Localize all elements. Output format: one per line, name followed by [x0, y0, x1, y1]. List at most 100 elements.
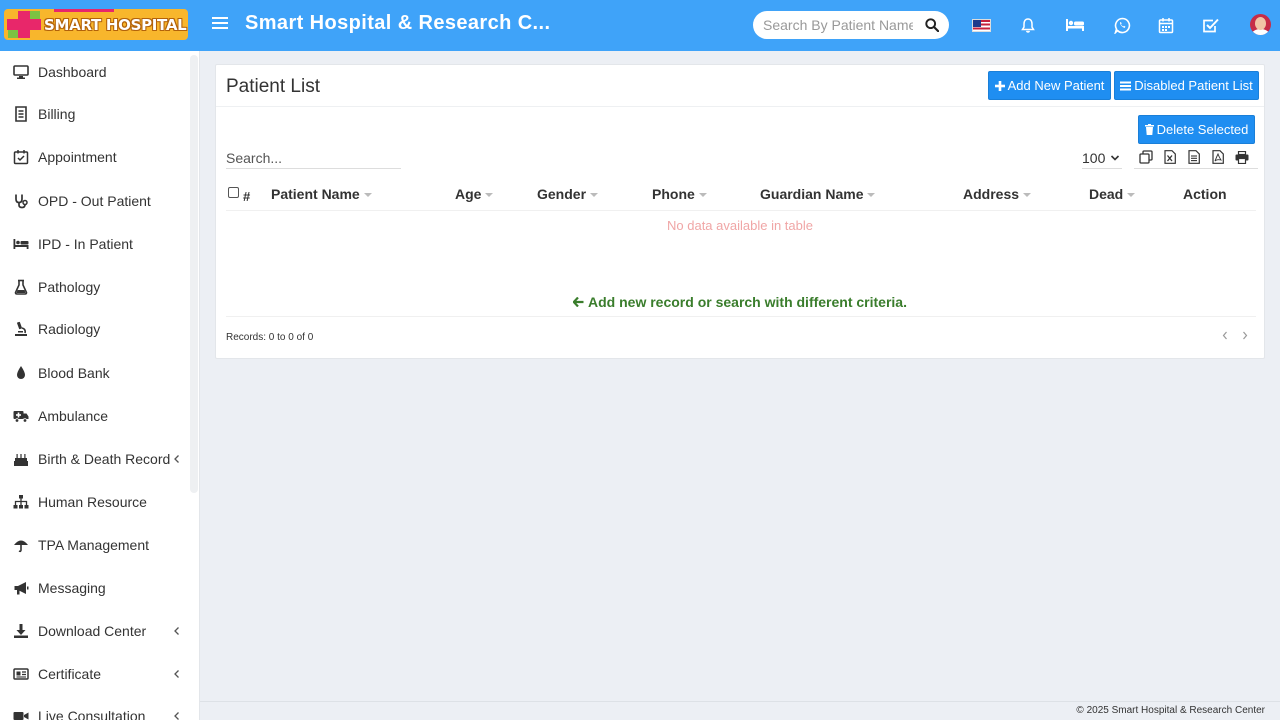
- csv-icon[interactable]: [1182, 149, 1206, 165]
- sidebar-item-human-resource[interactable]: Human Resource: [0, 482, 190, 522]
- column-label: Dead: [1089, 186, 1124, 202]
- sidebar-item-messaging[interactable]: Messaging: [0, 568, 190, 608]
- flask-icon: [14, 279, 28, 295]
- sidebar-item-label: Human Resource: [38, 494, 147, 510]
- trash-icon: [1144, 124, 1154, 135]
- search-icon[interactable]: [925, 18, 939, 32]
- select-all-checkbox[interactable]: [228, 187, 239, 198]
- ambulance-icon: [13, 411, 29, 423]
- disabled-patient-list-button[interactable]: Disabled Patient List: [1114, 71, 1259, 100]
- sitemap-icon: [13, 495, 29, 509]
- monitor-icon: [13, 65, 29, 79]
- sidebar-item-label: Radiology: [38, 321, 101, 337]
- sort-icon: [867, 193, 876, 197]
- task-check-icon[interactable]: [1200, 14, 1222, 36]
- sidebar-item-label: TPA Management: [38, 537, 150, 553]
- sort-icon: [363, 193, 372, 197]
- app-title: Smart Hospital & Research C...: [245, 12, 551, 34]
- sidebar-item-pathology[interactable]: Pathology: [0, 267, 190, 307]
- chevron-left-icon: [174, 712, 179, 720]
- column-label: Phone: [652, 186, 695, 202]
- bell-icon[interactable]: [1017, 14, 1039, 36]
- column-header-phone[interactable]: Phone: [652, 186, 707, 202]
- sidebar-item-label: Live Consultation: [38, 708, 146, 720]
- patient-list-panel: Patient List Add New Patient Disabled Pa…: [215, 64, 1265, 359]
- sidebar-item-label: Ambulance: [38, 408, 109, 424]
- sidebar-item-download-center[interactable]: Download Center: [0, 611, 190, 651]
- sidebar-item-label: Certificate: [38, 666, 102, 682]
- page-length-value: 100: [1082, 149, 1106, 166]
- add-record-hint-text: Add new record or search with different …: [588, 294, 907, 310]
- column-header-age[interactable]: Age: [455, 186, 494, 202]
- column-label: Action: [1183, 186, 1227, 202]
- print-icon[interactable]: [1230, 149, 1254, 165]
- column-label: Address: [963, 186, 1020, 202]
- add-record-hint: Add new record or search with different …: [216, 294, 1264, 310]
- patient-search-input[interactable]: [753, 17, 913, 33]
- copyright-text: © 2025 Smart Hospital & Research Center: [1076, 705, 1265, 716]
- chevron-left-icon: [174, 455, 179, 463]
- pdf-icon[interactable]: [1206, 149, 1230, 165]
- sidebar-item-blood-bank[interactable]: Blood Bank: [0, 353, 190, 393]
- column-header-gender[interactable]: Gender: [537, 186, 599, 202]
- column-header-guardian-name[interactable]: Guardian Name: [760, 186, 876, 202]
- add-new-patient-label: Add New Patient: [1007, 78, 1105, 93]
- hospital-logo[interactable]: SMART HOSPITAL: [4, 9, 188, 40]
- column-header-action: Action: [1183, 186, 1227, 202]
- bed-icon[interactable]: [1064, 14, 1086, 36]
- copy-icon[interactable]: [1134, 149, 1158, 165]
- video-icon: [13, 712, 29, 720]
- blood-drop-icon: [17, 366, 25, 379]
- column-header-patient-name[interactable]: Patient Name: [271, 186, 372, 202]
- sort-icon: [485, 193, 494, 197]
- page-footer: © 2025 Smart Hospital & Research Center: [200, 701, 1280, 720]
- sidebar-item-birth-death-record[interactable]: Birth & Death Record: [0, 439, 190, 479]
- delete-selected-button[interactable]: Delete Selected: [1138, 115, 1255, 144]
- logo-text: SMART HOSPITAL: [44, 15, 187, 34]
- previous-page-icon[interactable]: [1220, 329, 1230, 341]
- sidebar-item-opd[interactable]: OPD - Out Patient: [0, 181, 190, 221]
- hamburger-menu-icon[interactable]: [212, 17, 228, 33]
- empty-table-message: No data available in table: [667, 218, 813, 233]
- patient-search-box: [753, 11, 949, 39]
- sidebar-item-tpa-management[interactable]: TPA Management: [0, 525, 190, 565]
- column-label: Age: [455, 186, 482, 202]
- sidebar-item-dashboard[interactable]: Dashboard: [0, 52, 190, 92]
- stethoscope-icon: [15, 194, 28, 209]
- bed-icon: [13, 239, 29, 249]
- disabled-patient-list-label: Disabled Patient List: [1134, 78, 1253, 93]
- microscope-icon: [15, 321, 27, 336]
- table-header-divider: [226, 210, 1256, 211]
- sidebar-item-certificate[interactable]: Certificate: [0, 654, 190, 694]
- column-label: Patient Name: [271, 186, 360, 202]
- download-icon: [14, 624, 28, 638]
- whatsapp-icon[interactable]: [1111, 14, 1133, 36]
- column-header-address[interactable]: Address: [963, 186, 1032, 202]
- sidebar-scrollbar[interactable]: [190, 55, 198, 493]
- certificate-icon: [13, 668, 29, 680]
- table-footer-divider: [226, 316, 1256, 317]
- excel-icon[interactable]: [1158, 149, 1182, 165]
- megaphone-icon: [14, 582, 29, 595]
- sidebar-item-radiology[interactable]: Radiology: [0, 309, 190, 349]
- sidebar-item-label: Download Center: [38, 623, 147, 639]
- column-header-dead[interactable]: Dead: [1089, 186, 1136, 202]
- sidebar-item-ipd[interactable]: IPD - In Patient: [0, 224, 190, 264]
- sidebar-item-live-consultation[interactable]: Live Consultation: [0, 696, 190, 720]
- sidebar-item-ambulance[interactable]: Ambulance: [0, 396, 190, 436]
- user-avatar[interactable]: [1250, 14, 1271, 35]
- page-length-select[interactable]: 100: [1082, 147, 1122, 169]
- flag-us-icon[interactable]: [970, 14, 992, 36]
- logo-accent: [54, 9, 114, 12]
- list-icon: [1120, 81, 1132, 90]
- column-label: Gender: [537, 186, 587, 202]
- sidebar-item-billing[interactable]: Billing: [0, 94, 190, 134]
- export-buttons: [1134, 149, 1258, 169]
- sidebar-item-appointment[interactable]: Appointment: [0, 137, 190, 177]
- next-page-icon[interactable]: [1240, 329, 1250, 341]
- sidebar-item-label: Blood Bank: [38, 365, 110, 381]
- sidebar-item-label: Messaging: [38, 580, 106, 596]
- table-search-input[interactable]: [226, 147, 401, 169]
- calendar-icon[interactable]: [1155, 14, 1177, 36]
- add-new-patient-button[interactable]: Add New Patient: [988, 71, 1111, 100]
